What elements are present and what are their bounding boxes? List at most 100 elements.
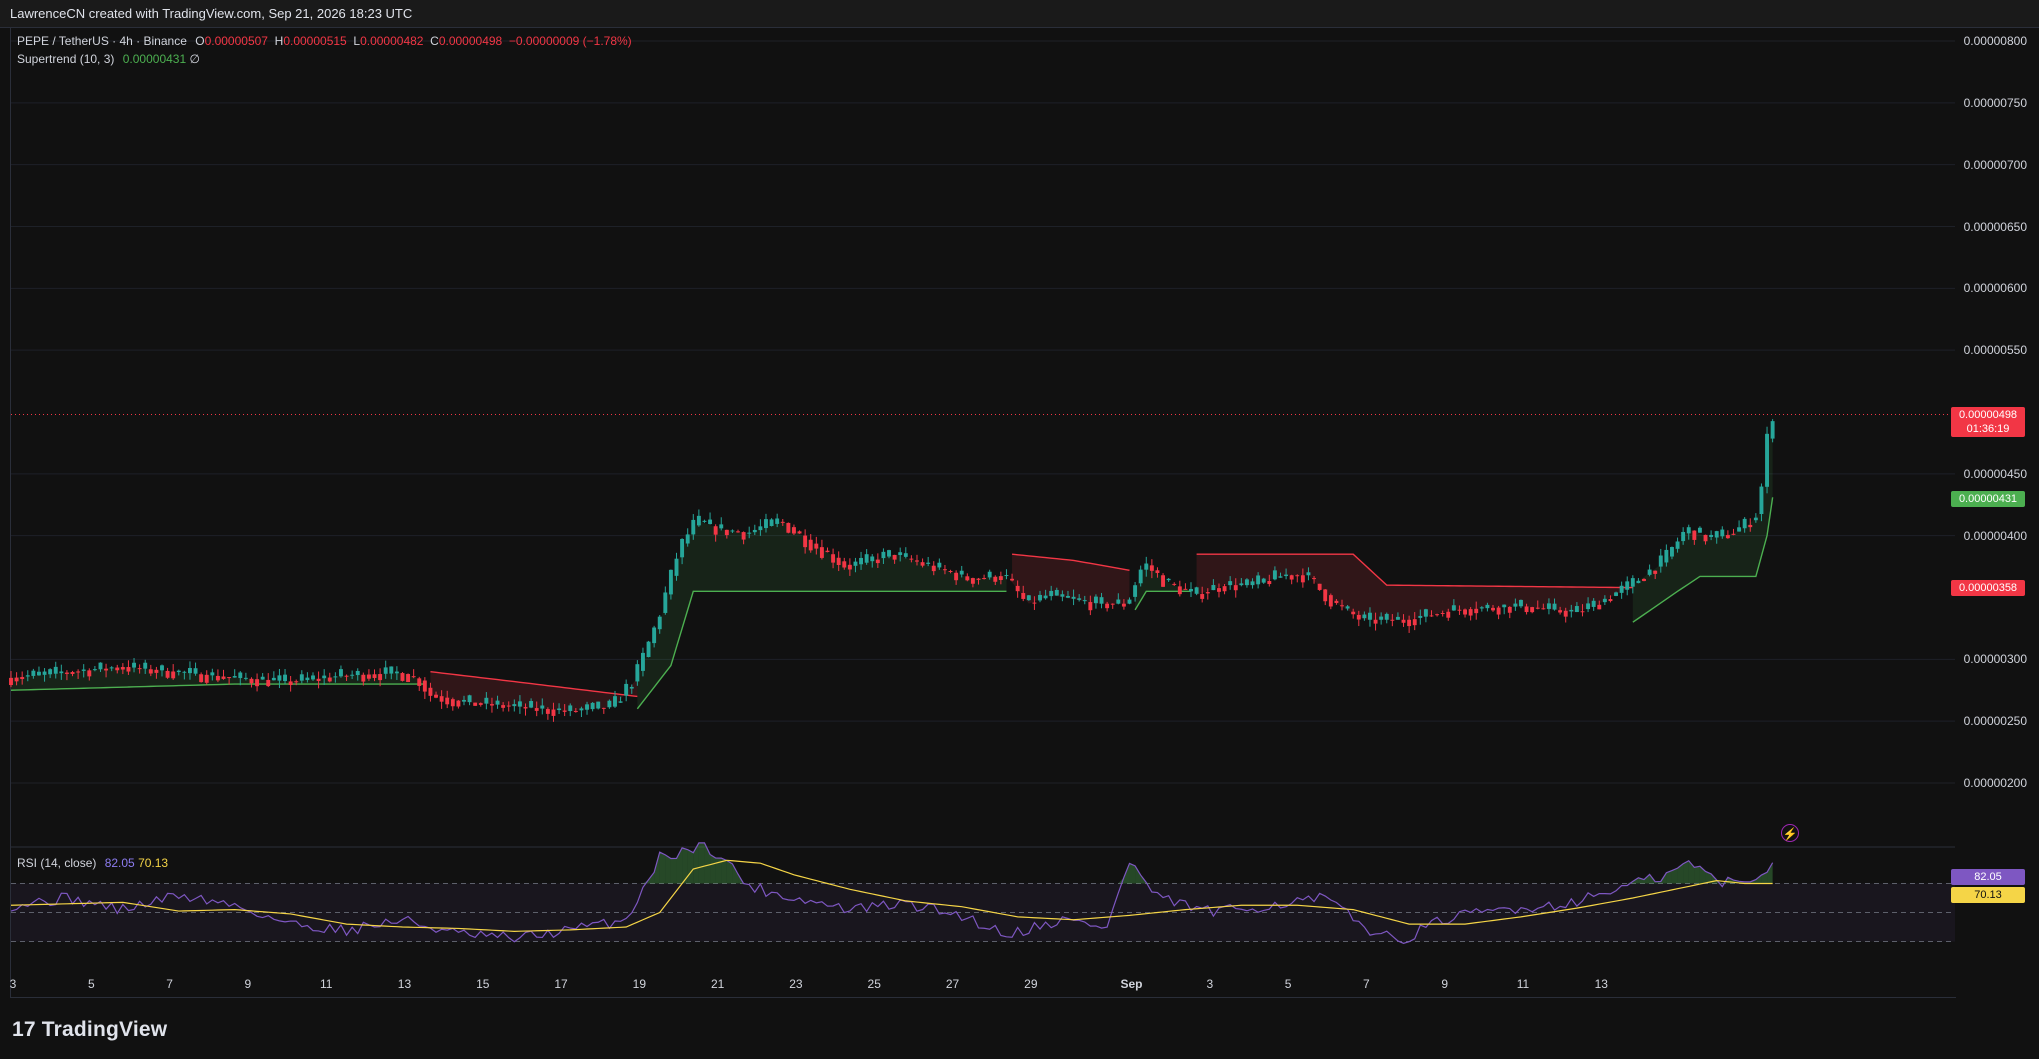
candle-down (970, 578, 975, 584)
candle-down (1217, 588, 1221, 592)
candle-up (696, 515, 701, 526)
rsi-overbought-fill (665, 854, 671, 884)
candle-down (406, 674, 411, 682)
chart-canvas[interactable] (0, 0, 2039, 1059)
countdown-tag-value: 01:36:19 (1966, 423, 2010, 435)
candle-down (1183, 588, 1188, 590)
candle-up (517, 701, 522, 707)
candle-down (1161, 575, 1166, 587)
candle-up (283, 674, 287, 682)
candle-down (998, 576, 1003, 581)
price-tick-label: 0.00000750 (1963, 95, 2027, 110)
tradingview-logo[interactable]: 17 TradingView (12, 1018, 167, 1042)
high-key: H (274, 34, 284, 48)
candle-down (1328, 595, 1333, 607)
candle-up (663, 592, 668, 613)
candle-up (1395, 616, 1400, 620)
candle-up (864, 554, 869, 563)
candle-up (903, 553, 908, 557)
supertrend-up-tag: 0.00000431 (1951, 491, 2025, 507)
candle-up (48, 669, 53, 675)
candle-down (736, 531, 740, 533)
candle-down (14, 677, 19, 682)
candle-down (1468, 609, 1473, 616)
candle-up (1306, 572, 1311, 576)
candle-down (573, 710, 578, 712)
candle-up (1630, 578, 1635, 587)
candle-down (1222, 586, 1227, 592)
time-tick-label: 5 (87, 977, 95, 991)
rsi-legend[interactable]: RSI (14, close) 82.05 70.13 (17, 856, 168, 870)
candle-down (713, 526, 718, 535)
candle-up (691, 519, 696, 535)
candle-down (1731, 533, 1736, 535)
lightning-icon[interactable]: ⚡ (1781, 824, 1799, 842)
time-tick-label: 23 (789, 977, 803, 991)
candle-down (1205, 592, 1210, 594)
candle-down (915, 560, 919, 562)
candle-down (847, 564, 852, 570)
candle-up (613, 696, 617, 707)
candle-down (1580, 611, 1585, 613)
candle-down (993, 576, 998, 582)
candle-down (227, 677, 232, 679)
candle-down (909, 558, 914, 560)
candle-up (1720, 529, 1725, 537)
rsi-overbought-fill (670, 858, 677, 884)
price-tick-label: 0.00000300 (1963, 652, 2027, 667)
rsi-overbought-fill (687, 849, 694, 884)
candle-up (668, 569, 673, 595)
candle-down (9, 677, 13, 686)
candle-down (1541, 608, 1546, 610)
candle-down (892, 554, 897, 560)
candle-up (1127, 599, 1132, 604)
candle-up (1272, 570, 1277, 580)
candle-up (42, 671, 47, 675)
candle-up (646, 641, 651, 658)
candle-up (1060, 594, 1065, 597)
candle-up (333, 676, 338, 678)
candle-up (484, 697, 489, 704)
candle-down (1340, 605, 1344, 607)
candle-up (243, 677, 248, 679)
candle-up (1116, 599, 1121, 604)
candle-up (747, 532, 752, 534)
candle-up (596, 701, 601, 709)
candle-down (1177, 586, 1182, 595)
candle-up (1189, 588, 1193, 592)
rsi-overbought-fill (1694, 866, 1700, 884)
candle-up (1384, 613, 1389, 620)
candle-down (948, 571, 953, 572)
candle-down (1172, 583, 1177, 585)
candle-down (1295, 575, 1300, 577)
candle-up (1278, 576, 1283, 578)
candle-down (378, 674, 383, 681)
price-tick-label: 0.00000700 (1963, 157, 2027, 172)
candle-down (931, 565, 936, 572)
candle-down (1653, 570, 1658, 574)
candle-down (120, 667, 125, 670)
candle-up (160, 665, 164, 671)
candle-down (199, 674, 204, 683)
supertrend-legend[interactable]: Supertrend (10, 3) 0.00000431 ∅ (17, 52, 205, 66)
candle-up (37, 671, 41, 676)
time-tick-label: 9 (244, 977, 252, 991)
supertrend-value: 0.00000431 (122, 52, 187, 66)
candle-up (730, 530, 735, 532)
candle-up (853, 561, 858, 566)
candle-up (1451, 605, 1456, 611)
candle-down (797, 531, 802, 534)
candle-down (551, 709, 556, 716)
candle-up (635, 664, 640, 682)
rsi-overbought-fill (1129, 863, 1136, 884)
candle-up (1043, 595, 1048, 599)
candle-down (786, 522, 791, 533)
symbol-label[interactable]: PEPE / TetherUS · 4h · Binance (17, 34, 187, 48)
candle-up (752, 529, 757, 533)
candle-up (557, 708, 562, 711)
candle-down (344, 675, 349, 677)
candle-down (1412, 619, 1417, 626)
candle-down (1300, 575, 1305, 583)
candle-down (137, 668, 142, 670)
candle-down (249, 678, 254, 684)
